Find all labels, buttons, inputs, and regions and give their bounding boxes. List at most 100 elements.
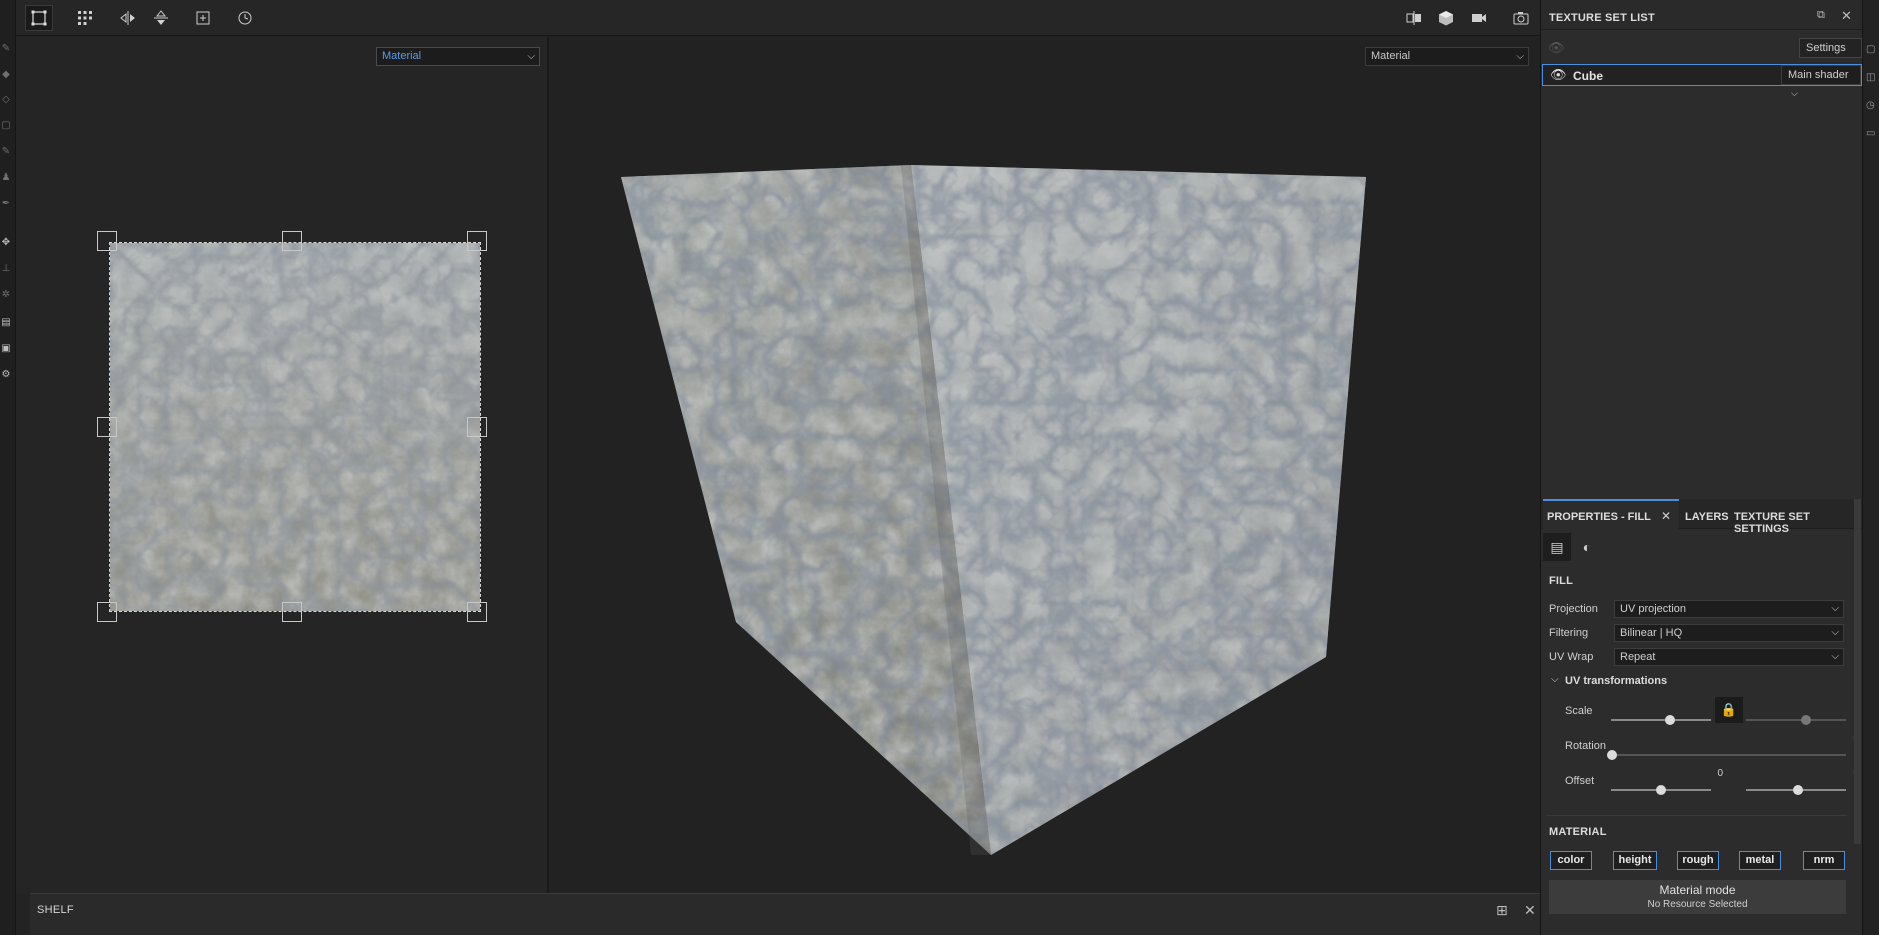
offset-slider-1-knob[interactable] bbox=[1656, 785, 1666, 795]
channel-metal-button[interactable]: metal bbox=[1739, 851, 1781, 870]
tab-properties-fill[interactable]: PROPERTIES - FILL ✕ bbox=[1543, 499, 1679, 529]
filtering-label: Filtering bbox=[1549, 627, 1589, 639]
tab-layers[interactable]: LAYERS bbox=[1685, 511, 1729, 523]
grid-icon[interactable] bbox=[71, 5, 99, 31]
transform-handle-bm[interactable] bbox=[282, 602, 302, 622]
uvwrap-label: UV Wrap bbox=[1549, 651, 1594, 663]
offset-value-1[interactable]: 0 bbox=[1703, 768, 1723, 779]
history-icon[interactable]: ◷ bbox=[1866, 100, 1875, 111]
channel-nrm-button[interactable]: nrm bbox=[1803, 851, 1845, 870]
transform-handle-br[interactable] bbox=[467, 602, 487, 622]
rotation-slider-knob[interactable] bbox=[1607, 750, 1617, 760]
settings-icon[interactable]: ⚙ bbox=[1, 370, 11, 380]
library-icon[interactable]: ▣ bbox=[1, 344, 11, 354]
transform-handle-mr[interactable] bbox=[467, 417, 487, 437]
scale-label: Scale bbox=[1565, 705, 1593, 717]
history-icon[interactable] bbox=[231, 5, 259, 31]
viewport-2d-channel-label: Material bbox=[382, 50, 422, 62]
settings-button[interactable]: Settings ⌵ bbox=[1799, 38, 1862, 71]
projection-label: Projection bbox=[1549, 603, 1598, 615]
add-icon[interactable] bbox=[189, 5, 217, 31]
chevron-down-icon: ⌵ bbox=[527, 51, 535, 62]
viewport-3d[interactable]: Material ⌵ bbox=[551, 37, 1540, 893]
visibility-icon[interactable]: 👁 bbox=[1548, 40, 1565, 56]
material-ball-icon[interactable]: ◐ bbox=[1573, 533, 1601, 561]
scale-slider-2-knob[interactable] bbox=[1801, 715, 1811, 725]
transform-handle-tl[interactable] bbox=[97, 231, 117, 251]
viewport-2d-channel-select[interactable]: Material ⌵ bbox=[376, 47, 540, 66]
dock-icon[interactable]: ⊞ bbox=[1496, 902, 1508, 919]
texture-set-list-title: TEXTURE SET LIST bbox=[1549, 12, 1655, 24]
offset-slider-2-knob[interactable] bbox=[1793, 785, 1803, 795]
tool-strip: ✎ ◆ ◇ ▢ ✎ ♟ ✒ ✥ ⊥ ✲ ▤ ▣ ⚙ bbox=[0, 0, 16, 935]
properties-tabbar: PROPERTIES - FILL ✕ LAYERS TEXTURE SET S… bbox=[1541, 499, 1863, 535]
screenshot-icon[interactable] bbox=[1507, 5, 1535, 31]
lock-icon[interactable]: 🔒 bbox=[1715, 697, 1743, 723]
select-all-icon[interactable] bbox=[25, 5, 53, 31]
smudge-icon[interactable]: ✎ bbox=[1, 147, 11, 157]
transform-handle-ml[interactable] bbox=[97, 417, 117, 437]
flip-vertical-icon[interactable] bbox=[147, 5, 175, 31]
display-icon[interactable]: ▭ bbox=[1866, 128, 1875, 139]
channel-height-button[interactable]: height bbox=[1613, 851, 1657, 870]
close-icon[interactable]: ✕ bbox=[1841, 8, 1852, 24]
channel-color-button[interactable]: color bbox=[1550, 851, 1592, 870]
channel-rough-button[interactable]: rough bbox=[1677, 851, 1719, 870]
clone-icon[interactable]: ♟ bbox=[1, 173, 11, 183]
polygon-fill-icon[interactable]: ▢ bbox=[1, 121, 11, 131]
shelf-panel: SHELF ⊞ ✕ bbox=[30, 893, 1540, 935]
visibility-icon[interactable]: 👁 bbox=[1550, 67, 1567, 83]
top-toolbar bbox=[16, 0, 1540, 36]
material-mode-subtitle: No Resource Selected bbox=[1647, 899, 1748, 910]
texture-set-icon[interactable]: ▢ bbox=[1866, 44, 1875, 55]
shader-select-label: Main shader bbox=[1788, 69, 1849, 81]
scale-slider-2[interactable] bbox=[1746, 719, 1846, 721]
tab-texture-set-settings[interactable]: TEXTURE SET SETTINGS bbox=[1734, 511, 1863, 535]
viewport-2d[interactable]: Material ⌵ bbox=[16, 37, 549, 893]
uv-transformations-heading[interactable]: UV transformations bbox=[1565, 675, 1667, 687]
uvwrap-value: Repeat bbox=[1620, 651, 1656, 663]
texture-set-name: Cube bbox=[1573, 69, 1603, 83]
tab-properties-fill-label: PROPERTIES - FILL bbox=[1547, 511, 1651, 523]
brush-icon[interactable]: ✎ bbox=[1, 44, 11, 54]
uv-preview-square[interactable] bbox=[109, 242, 481, 612]
stone-texture-2d bbox=[110, 243, 480, 611]
transform-handle-tm[interactable] bbox=[282, 231, 302, 251]
light-icon[interactable]: ✲ bbox=[1, 290, 11, 300]
projection-select[interactable]: UV projection ⌵ bbox=[1614, 600, 1844, 618]
settings-button-label: Settings bbox=[1806, 42, 1846, 54]
shelf-icon[interactable]: ▤ bbox=[1, 318, 11, 328]
material-mode-box[interactable]: Material mode No Resource Selected bbox=[1549, 880, 1846, 914]
fill-heading: FILL bbox=[1549, 575, 1574, 587]
transform-handle-tr[interactable] bbox=[467, 231, 487, 251]
uvwrap-select[interactable]: Repeat ⌵ bbox=[1614, 648, 1844, 666]
transform-icon[interactable]: ✥ bbox=[1, 238, 11, 248]
dock-icon[interactable]: ⧉ bbox=[1817, 9, 1825, 22]
flip-horizontal-icon[interactable] bbox=[114, 5, 142, 31]
measure-icon[interactable]: ⊥ bbox=[1, 264, 11, 274]
transform-handle-bl[interactable] bbox=[97, 602, 117, 622]
split-view-icon[interactable] bbox=[1400, 5, 1428, 31]
rotation-slider[interactable] bbox=[1611, 754, 1846, 756]
texture-set-row-cube[interactable]: 👁 Cube Main shader ⌵ bbox=[1542, 64, 1862, 98]
cube-icon[interactable] bbox=[1432, 5, 1460, 31]
divider bbox=[1547, 815, 1847, 816]
filtering-select[interactable]: Bilinear | HQ ⌵ bbox=[1614, 624, 1844, 642]
stone-cube-model[interactable] bbox=[551, 37, 1540, 893]
offset-label: Offset bbox=[1565, 775, 1595, 787]
close-icon[interactable]: ✕ bbox=[1661, 509, 1671, 523]
eraser-icon[interactable]: ◆ bbox=[1, 70, 11, 80]
scale-slider-1[interactable] bbox=[1611, 719, 1711, 721]
layers-icon[interactable]: ◫ bbox=[1866, 72, 1875, 83]
fill-properties-icon[interactable]: ▤ bbox=[1543, 533, 1571, 561]
filtering-value: Bilinear | HQ bbox=[1620, 627, 1683, 639]
shader-select[interactable]: Main shader ⌵ bbox=[1781, 65, 1861, 98]
properties-scrollbar[interactable] bbox=[1854, 499, 1861, 844]
chevron-down-icon: ⌵ bbox=[1831, 627, 1839, 638]
scale-slider-1-knob[interactable] bbox=[1665, 715, 1675, 725]
projection-icon[interactable]: ◇ bbox=[1, 95, 11, 105]
collapse-chevron-icon[interactable]: ⌵ bbox=[1551, 674, 1559, 685]
picker-icon[interactable]: ✒ bbox=[1, 199, 11, 209]
camera-icon[interactable] bbox=[1465, 5, 1493, 31]
close-icon[interactable]: ✕ bbox=[1524, 902, 1536, 919]
